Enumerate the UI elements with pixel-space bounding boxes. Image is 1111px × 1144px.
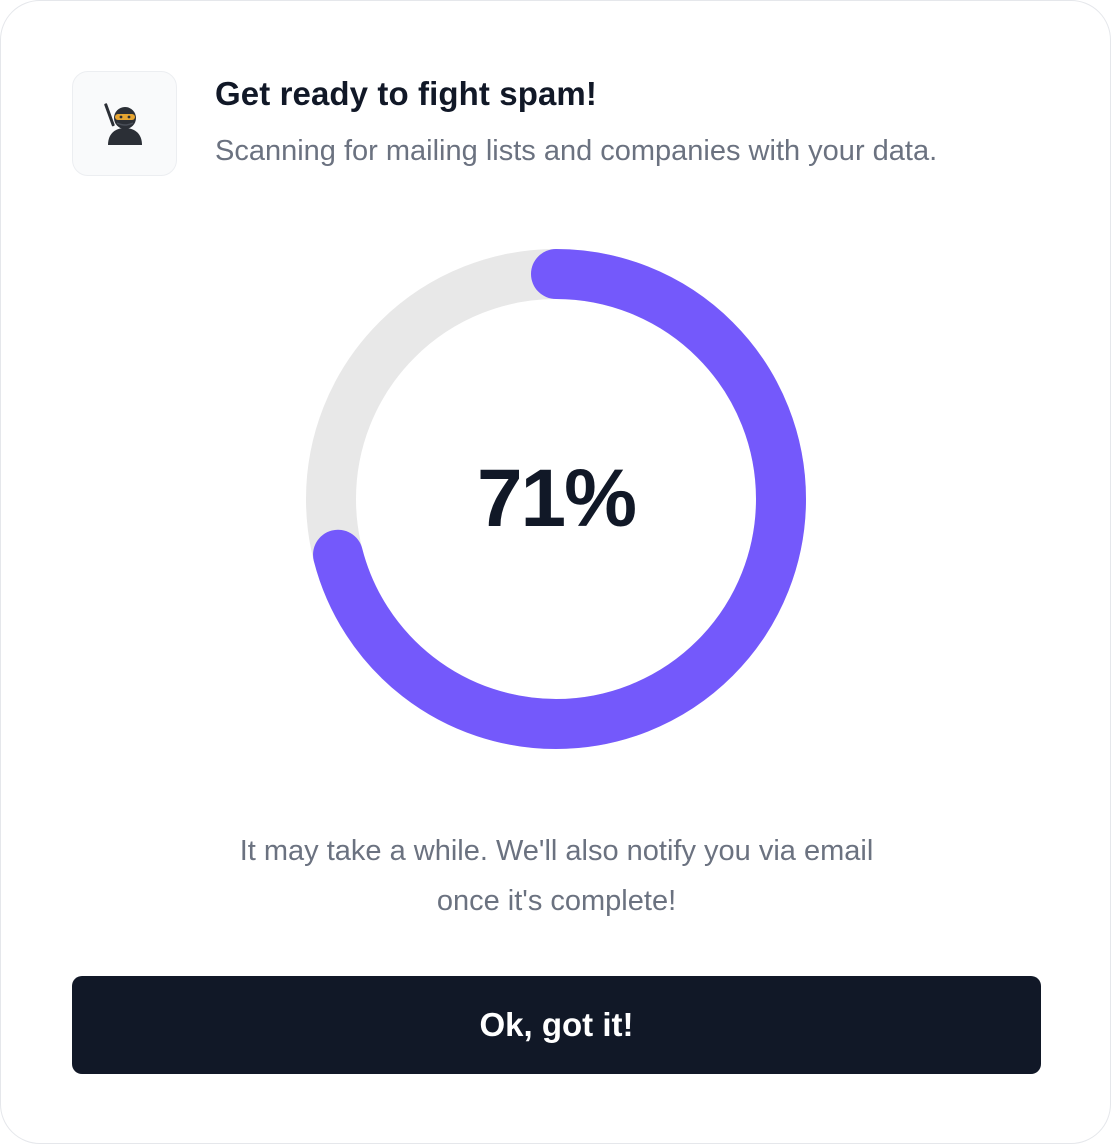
dialog-subtitle: Scanning for mailing lists and companies… — [215, 135, 938, 167]
dialog-title: Get ready to fight spam! — [215, 75, 597, 112]
ninja-icon — [103, 102, 142, 145]
info-note-line-1: It may take a while. We'll also notify y… — [239, 835, 874, 867]
progress-ring: 71% — [296, 239, 816, 759]
info-note-line-2: once it's complete! — [436, 885, 677, 917]
info-note: It may take a while. We'll also notify y… — [151, 826, 962, 926]
scan-progress-dialog: Get ready to fight spam! Scanning for ma… — [0, 0, 1111, 1144]
ok-got-it-button[interactable]: Ok, got it! — [72, 976, 1041, 1074]
ninja-icon-tile — [72, 71, 177, 176]
progress-percent: 71% — [476, 453, 637, 544]
